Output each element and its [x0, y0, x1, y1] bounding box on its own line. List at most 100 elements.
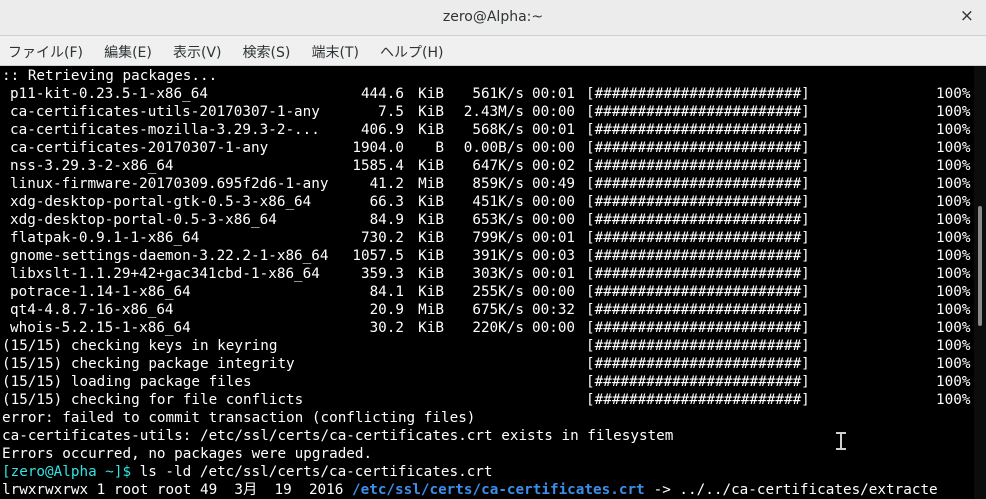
shell-prompt: [zero@Alpha ~]$ — [2, 464, 132, 480]
retrieving-text: :: Retrieving packages... — [2, 68, 218, 84]
package-size: 20.9 — [369, 302, 404, 318]
package-rate: 451K/s — [472, 194, 524, 210]
package-time: 00:00 — [532, 320, 576, 336]
package-percent: 100% — [936, 158, 971, 174]
package-name: whois-5.2.15-1-x86_64 — [10, 320, 191, 336]
package-unit: B — [435, 140, 444, 156]
package-name: ca-certificates-mozilla-3.29.3-2-... — [10, 122, 320, 138]
package-name: flatpak-0.9.1-1-x86_64 — [10, 230, 200, 246]
text-cursor-icon — [836, 432, 846, 450]
check-percent: 100% — [936, 356, 971, 372]
package-rate: 303K/s — [472, 266, 524, 282]
package-percent: 100% — [936, 194, 971, 210]
scrollbar[interactable] — [974, 66, 986, 499]
package-unit: KiB — [418, 122, 444, 138]
package-name: p11-kit-0.23.5-1-x86_64 — [10, 86, 208, 102]
package-size: 1057.5 — [352, 248, 404, 264]
package-time: 00:49 — [532, 176, 576, 192]
package-percent: 100% — [936, 302, 971, 318]
package-time: 00:01 — [532, 122, 576, 138]
package-rate: 647K/s — [472, 158, 524, 174]
package-name: nss-3.29.3-2-x86_64 — [10, 158, 174, 174]
package-size: 30.2 — [369, 320, 404, 336]
scrollbar-thumb[interactable] — [978, 206, 982, 326]
package-percent: 100% — [936, 284, 971, 300]
package-rate: 0.00B/s — [463, 140, 524, 156]
package-time: 00:02 — [532, 158, 576, 174]
check-text: (15/15) checking for file conflicts — [2, 392, 304, 408]
package-name: potrace-1.14-1-x86_64 — [10, 284, 191, 300]
check-text: (15/15) checking keys in keyring — [2, 338, 278, 354]
package-rate: 220K/s — [472, 320, 524, 336]
package-unit: KiB — [418, 212, 444, 228]
menu-bar: ファイル(F) 編集(E) 表示(V) 検索(S) 端末(T) ヘルプ(H) — [0, 36, 986, 66]
package-unit: KiB — [418, 266, 444, 282]
menu-view[interactable]: 表示(V) — [165, 36, 230, 62]
shell-command: ls -ld /etc/ssl/certs/ca-certificates.cr… — [131, 464, 493, 480]
conflict-text: ca-certificates-utils: /etc/ssl/certs/ca… — [2, 428, 674, 444]
package-unit: KiB — [418, 86, 444, 102]
package-name: gnome-settings-daemon-3.22.2-1-x86_64 — [10, 248, 329, 264]
package-time: 00:03 — [532, 248, 576, 264]
package-size: 84.1 — [369, 284, 404, 300]
terminal-output[interactable]: :: Retrieving packages...p11-kit-0.23.5-… — [0, 66, 974, 499]
package-rate: 391K/s — [472, 248, 524, 264]
package-name: qt4-4.8.7-16-x86_64 — [10, 302, 174, 318]
menu-search[interactable]: 検索(S) — [235, 36, 299, 62]
menu-file[interactable]: ファイル(F) — [0, 36, 91, 62]
package-name: libxslt-1.1.29+42+gac341cbd-1-x86_64 — [10, 266, 320, 282]
package-rate: 675K/s — [472, 302, 524, 318]
package-time: 00:32 — [532, 302, 576, 318]
ls-permissions: lrwxrwxrwx 1 root root 49 3月 19 2016 — [2, 482, 352, 498]
package-unit: MiB — [418, 176, 444, 192]
package-unit: KiB — [418, 104, 444, 120]
package-percent: 100% — [936, 122, 971, 138]
package-unit: KiB — [418, 230, 444, 246]
package-progress-bar: [########################] — [586, 176, 810, 192]
check-progress-bar: [########################] — [586, 356, 810, 372]
package-percent: 100% — [936, 86, 971, 102]
package-progress-bar: [########################] — [586, 140, 810, 156]
window-titlebar: zero@Alpha:~ × — [0, 0, 986, 36]
menu-help[interactable]: ヘルプ(H) — [372, 36, 451, 62]
package-percent: 100% — [936, 320, 971, 336]
check-progress-bar: [########################] — [586, 392, 810, 408]
package-rate: 799K/s — [472, 230, 524, 246]
package-size: 406.9 — [360, 122, 404, 138]
package-size: 7.5 — [378, 104, 404, 120]
check-text: (15/15) checking package integrity — [2, 356, 295, 372]
menu-terminal[interactable]: 端末(T) — [303, 36, 366, 62]
package-size: 1585.4 — [352, 158, 404, 174]
package-time: 00:00 — [532, 140, 576, 156]
package-percent: 100% — [936, 266, 971, 282]
package-percent: 100% — [936, 230, 971, 246]
package-unit: KiB — [418, 194, 444, 210]
package-rate: 561K/s — [472, 86, 524, 102]
package-size: 41.2 — [369, 176, 404, 192]
package-time: 00:00 — [532, 284, 576, 300]
package-size: 84.9 — [369, 212, 404, 228]
package-size: 1904.0 — [352, 140, 404, 156]
menu-edit[interactable]: 編集(E) — [96, 36, 160, 62]
package-percent: 100% — [936, 248, 971, 264]
check-text: (15/15) loading package files — [2, 374, 252, 390]
ls-link-target: -> ../../ca-certificates/extracte — [645, 482, 938, 498]
package-time: 00:01 — [532, 86, 576, 102]
package-name: linux-firmware-20170309.695f2d6-1-any — [10, 176, 329, 192]
package-name: ca-certificates-20170307-1-any — [10, 140, 269, 156]
package-unit: KiB — [418, 248, 444, 264]
package-percent: 100% — [936, 140, 971, 156]
error-text: error: failed to commit transaction (con… — [2, 410, 476, 426]
package-progress-bar: [########################] — [586, 104, 810, 120]
package-name: xdg-desktop-portal-0.5-3-x86_64 — [10, 212, 277, 228]
window-title: zero@Alpha:~ — [442, 9, 544, 25]
package-progress-bar: [########################] — [586, 284, 810, 300]
package-name: xdg-desktop-portal-gtk-0.5-3-x86_64 — [10, 194, 312, 210]
close-icon[interactable]: × — [960, 6, 974, 26]
package-progress-bar: [########################] — [586, 320, 810, 336]
package-rate: 255K/s — [472, 284, 524, 300]
check-percent: 100% — [936, 374, 971, 390]
package-progress-bar: [########################] — [586, 212, 810, 228]
package-progress-bar: [########################] — [586, 122, 810, 138]
check-progress-bar: [########################] — [586, 374, 810, 390]
